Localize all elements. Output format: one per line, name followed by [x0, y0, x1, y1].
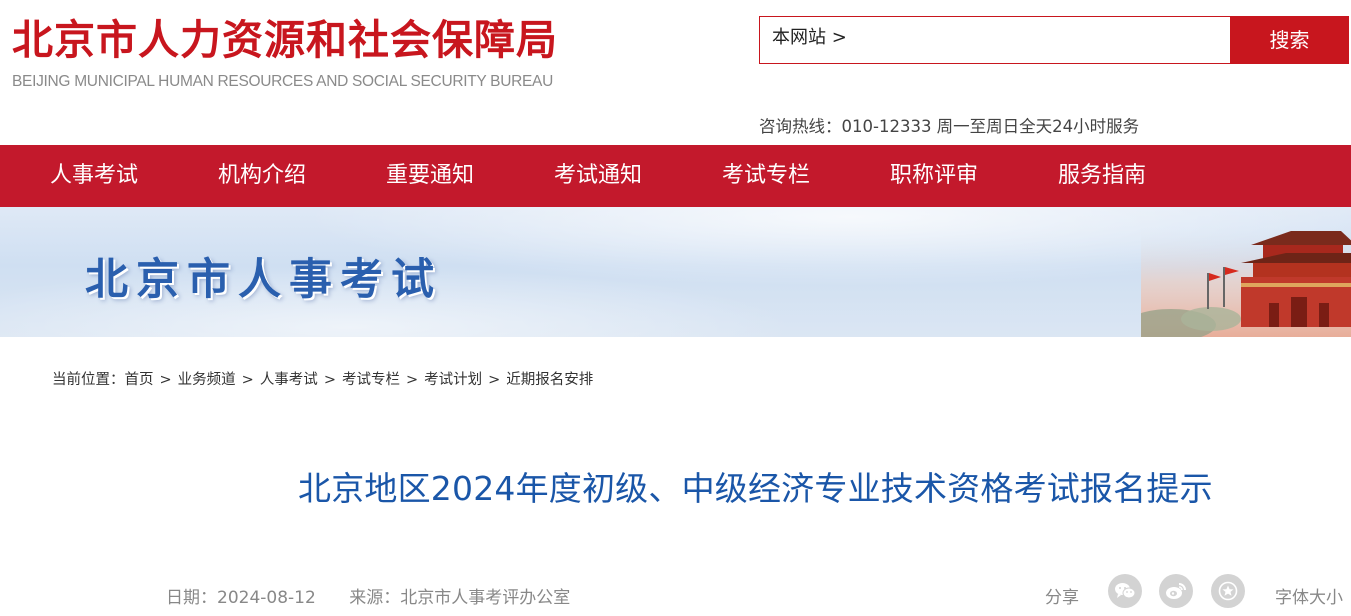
breadcrumb-item-exam-column[interactable]: 考试专栏 [342, 372, 400, 388]
site-header: 北京市人力资源和社会保障局 BEIJING MUNICIPAL HUMAN RE… [0, 0, 1351, 145]
breadcrumb-separator: > [159, 372, 172, 388]
weibo-icon[interactable] [1159, 574, 1193, 608]
search-input[interactable]: 本网站 > [759, 16, 1230, 64]
banner-title: 北京市人事考试 [85, 255, 442, 305]
breadcrumb-separator: > [488, 372, 501, 388]
site-logo-english[interactable]: BEIJING MUNICIPAL HUMAN RESOURCES AND SO… [12, 73, 553, 91]
breadcrumb-item-registration-schedule[interactable]: 近期报名安排 [506, 372, 593, 388]
nav-item-title-review[interactable]: 职称评审 [890, 145, 978, 207]
breadcrumb-separator: > [405, 372, 419, 388]
breadcrumb-item-exam-plan[interactable]: 考试计划 [424, 372, 482, 388]
breadcrumb-item-home[interactable]: 首页 [125, 372, 154, 388]
article-source: 来源：北京市人事考评办公室 [349, 588, 571, 608]
favorite-star-icon[interactable] [1211, 574, 1245, 608]
nav-item-service-guide[interactable]: 服务指南 [1058, 145, 1146, 207]
search-scope-selector[interactable]: 本网站 > [772, 23, 847, 49]
nav-item-exam-column[interactable]: 考试专栏 [722, 145, 810, 207]
site-logo-chinese[interactable]: 北京市人力资源和社会保障局 [12, 16, 558, 64]
font-size-control[interactable]: 字体大小 [1275, 583, 1343, 608]
breadcrumb-separator: > [323, 372, 336, 388]
breadcrumb-item-personnel-exam[interactable]: 人事考试 [260, 372, 318, 388]
breadcrumb-separator: > [241, 372, 254, 388]
breadcrumb: 当前位置：首页 > 业务频道 > 人事考试 > 考试专栏 > 考试计划 > 近期报名安排 [52, 368, 593, 389]
article-meta: 日期：2024-08-12 来源：北京市人事考评办公室 [166, 583, 598, 608]
nav-item-exam-notice[interactable]: 考试通知 [554, 145, 642, 207]
banner: 北京市人事考试 [0, 207, 1351, 337]
main-nav: 人事考试 机构介绍 重要通知 考试通知 考试专栏 职称评审 服务指南 [0, 145, 1351, 207]
nav-item-about[interactable]: 机构介绍 [218, 145, 306, 207]
nav-item-exam[interactable]: 人事考试 [50, 145, 138, 207]
article-title: 北京地区2024年度初级、中级经济专业技术资格考试报名提示 [298, 469, 1213, 508]
breadcrumb-item-business-channel[interactable]: 业务频道 [178, 372, 236, 388]
search-button[interactable]: 搜索 [1230, 16, 1349, 64]
share-label: 分享 [1045, 588, 1079, 608]
nav-item-important-notice[interactable]: 重要通知 [386, 145, 474, 207]
article-date: 日期：2024-08-12 [166, 588, 316, 608]
article-content-card: 当前位置：首页 > 业务频道 > 人事考试 > 考试专栏 > 考试计划 > 近期报名安排 北京地区2… [13, 337, 1351, 616]
wechat-icon[interactable] [1108, 574, 1142, 608]
tiananmen-gate-image [1141, 227, 1351, 337]
hotline-text: 咨询热线：010-12333 周一至周日全天24小时服务 [759, 117, 1140, 136]
breadcrumb-prefix: 当前位置： [52, 372, 125, 388]
